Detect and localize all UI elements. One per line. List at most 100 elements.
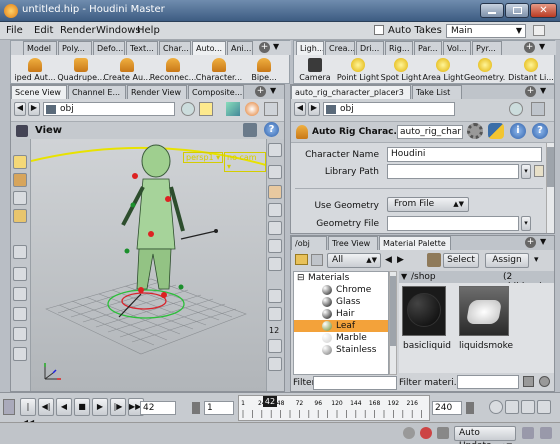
shop-icon[interactable] [427,253,441,267]
material-item[interactable]: Stainless [294,344,388,356]
sound-icon[interactable] [505,400,519,414]
material-item[interactable]: Marble [294,332,388,344]
param-path-field[interactable]: obj [323,102,455,116]
minimize-button[interactable] [480,3,504,18]
tab-render-view[interactable]: Render View [127,85,187,99]
pointer-tool-icon[interactable] [13,245,27,259]
play-button[interactable]: ▶ [92,398,108,416]
snap-icon[interactable] [199,102,213,116]
geometry-file-menu-button[interactable]: ▾ [521,216,531,231]
menu-help[interactable]: Help [137,25,160,36]
rotate-tool-icon[interactable] [13,287,27,301]
end-frame-field[interactable]: 240 [432,401,462,415]
python-icon[interactable] [488,123,504,139]
pane-menu-icon[interactable]: ▼ [540,86,546,95]
edges-icon[interactable] [268,357,282,371]
lights-icon[interactable] [268,203,282,217]
shelf-tab-pyro[interactable]: Pyr... [472,41,502,55]
play-reverse-button[interactable]: ◀ [56,398,72,416]
grid-icon[interactable] [268,257,282,271]
tab-channel-editor[interactable]: Channel E... [68,85,126,99]
use-geometry-select[interactable]: From File ▲▼ [387,197,469,212]
tool-biped[interactable]: Bipe... [241,56,287,82]
shade-icon[interactable] [245,102,259,116]
file-browse-icon[interactable] [534,165,544,177]
playhead[interactable]: 42 [263,396,277,407]
materials-filter-field[interactable] [457,375,519,389]
help-icon[interactable]: ? [532,123,548,139]
stop-button[interactable]: ■ [74,398,90,416]
material-item[interactable]: Leaf [294,320,388,332]
add-tab-icon[interactable]: + [525,237,536,248]
shelf-tab-particles[interactable]: Par... [414,41,442,55]
pane-menu-icon[interactable]: ▼ [540,237,546,246]
pin-icon[interactable] [509,102,523,116]
tree-scrollbar[interactable] [389,271,397,375]
viewport-canvas[interactable]: persp1 ▾ no cam ▾ [31,139,266,391]
library-path-menu-button[interactable]: ▾ [521,164,531,179]
clock-icon[interactable] [489,400,503,414]
shelf-tab-deform[interactable]: Defo... [93,41,125,55]
shelf-menu-icon[interactable]: ▼ [273,42,279,51]
shelf-tab-volume[interactable]: Vol... [443,41,471,55]
help-icon[interactable]: ? [264,122,279,137]
node-name-field[interactable]: auto_rig_char [397,125,463,139]
add-shelf-icon[interactable]: + [524,42,535,53]
scene-path-field[interactable]: obj [43,102,175,116]
tab-node-params[interactable]: auto_rig_character_placer3 [291,85,411,99]
tool-point-light[interactable]: Point Light [336,56,380,82]
geometry-file-field[interactable] [387,216,519,231]
view-tool-icon[interactable] [13,327,27,341]
cube-icon[interactable] [523,376,534,387]
tool-area-light[interactable]: Area Light [422,56,464,82]
key-icon[interactable] [537,400,551,414]
desktop-select[interactable]: Main ▼ [446,24,526,38]
display-icon[interactable] [268,239,282,253]
info-icon[interactable]: i [510,123,526,139]
stop-cook-icon[interactable] [420,427,432,439]
material-item[interactable]: Glass [294,296,388,308]
jump-start-button[interactable]: |◀◀ [20,398,36,427]
shelf-menu-icon[interactable]: ▼ [539,42,545,51]
shelf-tab-create[interactable]: Crea... [325,41,355,55]
material-item[interactable]: Hair [294,308,388,320]
points-icon[interactable] [268,289,282,303]
current-frame-field[interactable]: 42 [140,401,176,415]
tool-create-auto[interactable]: Create Au... [103,56,151,82]
tool-distant-light[interactable]: Distant Li... [506,56,556,82]
material-filter-select[interactable]: All ▲▼ [327,253,381,268]
back-button[interactable]: ◀ [294,102,306,116]
shelf-tab-rig[interactable]: Rig... [385,41,413,55]
gear-icon[interactable] [467,123,483,139]
tool-character[interactable]: Character... [195,56,243,82]
desktop-options-icon[interactable] [533,25,545,36]
shelf-tab-texture[interactable]: Text... [126,41,158,55]
param-scrollbar[interactable] [546,143,554,233]
menu-windows[interactable]: Windows [96,25,141,36]
normals-icon[interactable] [268,307,282,321]
shelf-tab-animation[interactable]: Ani... [227,41,253,55]
forward-button[interactable]: ▶ [308,102,320,116]
add-tab-icon[interactable]: + [255,86,266,97]
shelf-tab-drive[interactable]: Dri... [356,41,384,55]
tool-biped-auto[interactable]: iped Aut... [11,56,59,82]
shaded-icon[interactable] [268,185,282,199]
tool-camera[interactable]: Camera [294,56,336,82]
library-path-field[interactable] [387,164,519,179]
pose-tool-icon[interactable] [13,173,27,187]
close-button[interactable]: ✕ [530,3,557,18]
ghost-icon[interactable] [268,221,282,235]
move-tool-icon[interactable] [13,267,27,281]
tool-reconnect[interactable]: Reconnec... [149,56,197,82]
shelf-tab-character[interactable]: Char... [159,41,191,55]
brush-tool-icon[interactable] [13,209,27,223]
character-name-field[interactable]: Houdini [387,147,542,162]
loop-icon[interactable] [521,400,535,414]
tab-composite[interactable]: Composite... [188,85,244,99]
tool-spot-light[interactable]: Spot Light [380,56,422,82]
cube-icon[interactable] [226,102,240,116]
shelf-tab-auto-rigs[interactable]: Auto... [192,41,226,55]
tool-quadruped[interactable]: Quadrupe... [57,56,105,82]
wireframe-icon[interactable] [268,165,282,179]
select-button[interactable]: Select [443,253,479,268]
